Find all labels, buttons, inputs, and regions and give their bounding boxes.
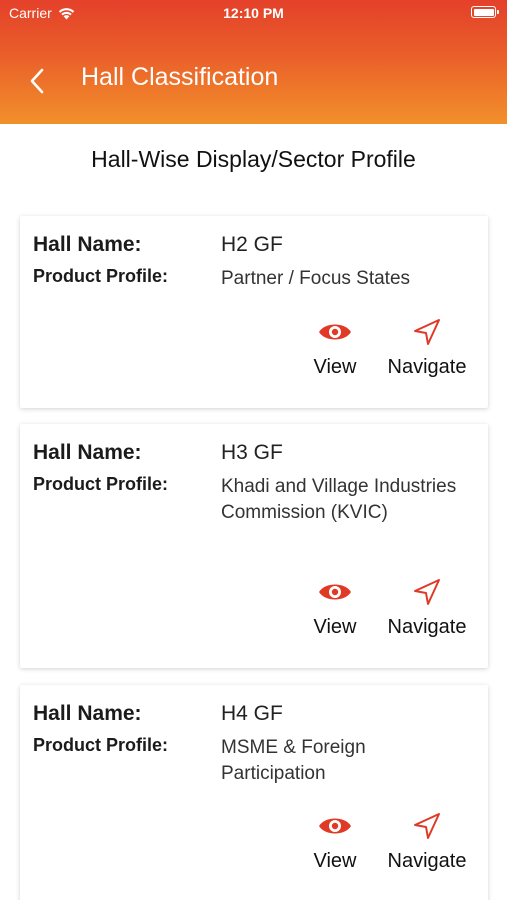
- view-button[interactable]: View: [290, 580, 380, 639]
- hall-name-label: Hall Name:: [33, 233, 142, 256]
- product-profile-label: Product Profile:: [33, 266, 169, 286]
- view-label: View: [313, 356, 357, 378]
- hall-name-value: H3 GF: [221, 441, 283, 464]
- view-button[interactable]: View: [290, 814, 380, 873]
- navigate-button[interactable]: Navigate: [382, 578, 472, 639]
- hall-name-value: H2 GF: [221, 233, 283, 256]
- hall-card: Hall Name: H3 GF Product Profile: Khadi …: [20, 424, 488, 668]
- section-title: Hall-Wise Display/Sector Profile: [91, 146, 416, 172]
- navigate-label: Navigate: [387, 616, 467, 638]
- eye-icon: [319, 818, 351, 834]
- hall-name-value: H4 GF: [221, 702, 283, 725]
- hall-name-label: Hall Name:: [33, 702, 142, 725]
- navigation-arrow-icon: [414, 579, 440, 605]
- header-title: Hall Classification: [81, 63, 279, 91]
- product-profile-value: Partner / Focus States: [221, 268, 411, 289]
- product-profile-value: MSME & Foreign Participation: [221, 737, 366, 784]
- product-profile-row: Product Profile: Partner / Focus States: [33, 266, 461, 292]
- hall-name-row: Hall Name: H4 GF: [33, 702, 283, 726]
- navigate-button[interactable]: Navigate: [382, 812, 472, 873]
- navigation-arrow-icon: [414, 319, 440, 345]
- hall-name-label: Hall Name:: [33, 441, 142, 464]
- product-profile-row: Product Profile: Khadi and Village Indus…: [33, 474, 461, 526]
- eye-icon: [319, 324, 351, 340]
- eye-icon: [319, 584, 351, 600]
- navigate-button[interactable]: Navigate: [382, 318, 472, 379]
- product-profile-label: Product Profile:: [33, 474, 169, 494]
- product-profile-value: Khadi and Village Industries Commission …: [221, 476, 457, 523]
- navigation-arrow-icon: [414, 813, 440, 839]
- app-header: Carrier 12:10 PM Hall Classification: [0, 0, 507, 124]
- view-label: View: [313, 616, 357, 638]
- hall-name-row: Hall Name: H3 GF: [33, 441, 283, 465]
- view-button[interactable]: View: [290, 320, 380, 379]
- hall-card: Hall Name: H2 GF Product Profile: Partne…: [20, 216, 488, 408]
- chevron-left-icon: [30, 68, 44, 94]
- back-button[interactable]: [22, 64, 52, 98]
- navigate-label: Navigate: [387, 356, 467, 378]
- status-bar: Carrier 12:10 PM: [0, 0, 507, 28]
- product-profile-label: Product Profile:: [33, 735, 169, 755]
- view-label: View: [313, 850, 357, 872]
- navigate-label: Navigate: [387, 850, 467, 872]
- product-profile-row: Product Profile: MSME & Foreign Particip…: [33, 735, 461, 787]
- hall-card: Hall Name: H4 GF Product Profile: MSME &…: [20, 685, 488, 900]
- hall-name-row: Hall Name: H2 GF: [33, 233, 283, 257]
- status-time: 12:10 PM: [223, 5, 284, 21]
- battery-icon: [471, 6, 499, 18]
